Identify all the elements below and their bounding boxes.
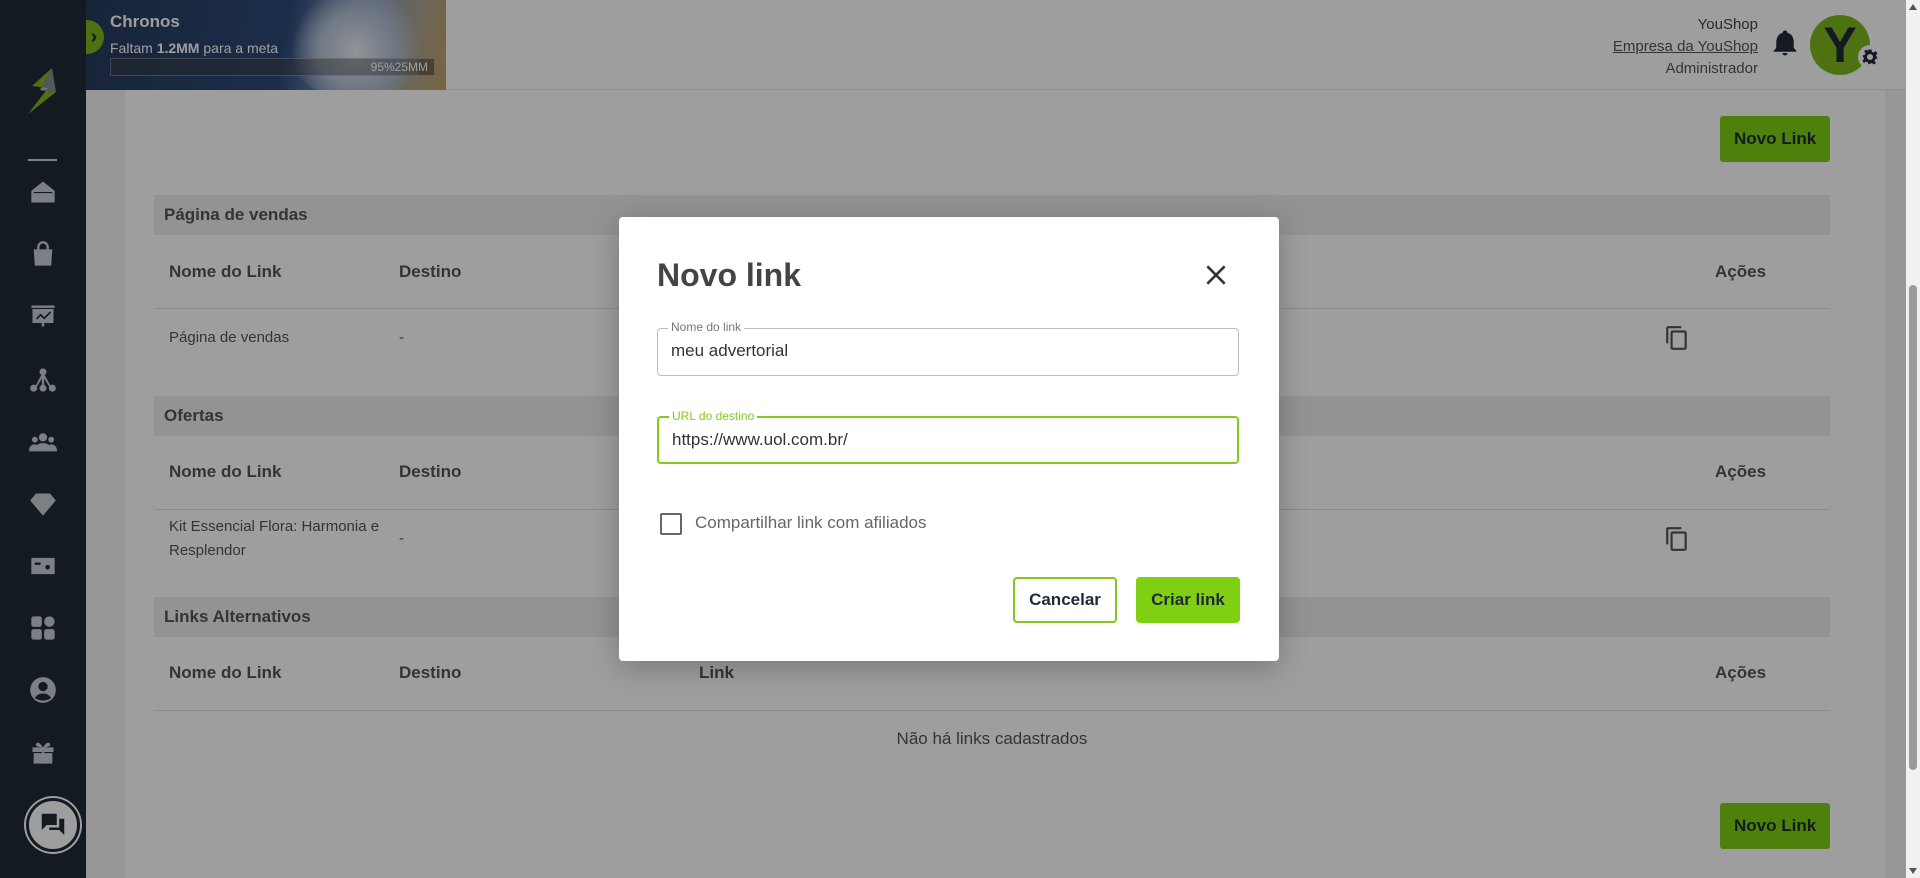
cancel-button[interactable]: Cancelar: [1013, 577, 1117, 623]
destination-url-field[interactable]: URL do destino: [657, 409, 1239, 464]
scrollbar-thumb[interactable]: [1909, 285, 1917, 770]
link-name-input[interactable]: [671, 341, 1221, 361]
close-button[interactable]: [1203, 262, 1229, 288]
link-name-field[interactable]: Nome do link: [657, 320, 1239, 376]
share-affiliates-checkbox[interactable]: [660, 513, 682, 535]
link-name-label: Nome do link: [668, 320, 745, 334]
scroll-up-arrow[interactable]: [1909, 4, 1917, 10]
close-icon: [1206, 265, 1226, 285]
destination-url-label: URL do destino: [669, 409, 758, 423]
create-link-button[interactable]: Criar link: [1136, 577, 1240, 623]
modal-title: Novo link: [657, 257, 802, 293]
page-scrollbar[interactable]: [1906, 0, 1920, 878]
share-affiliates-label[interactable]: Compartilhar link com afiliados: [695, 513, 926, 533]
destination-url-input[interactable]: [672, 430, 1222, 450]
scroll-down-arrow[interactable]: [1909, 868, 1917, 874]
new-link-modal: Novo link Nome do link URL do destino Co…: [619, 217, 1279, 661]
